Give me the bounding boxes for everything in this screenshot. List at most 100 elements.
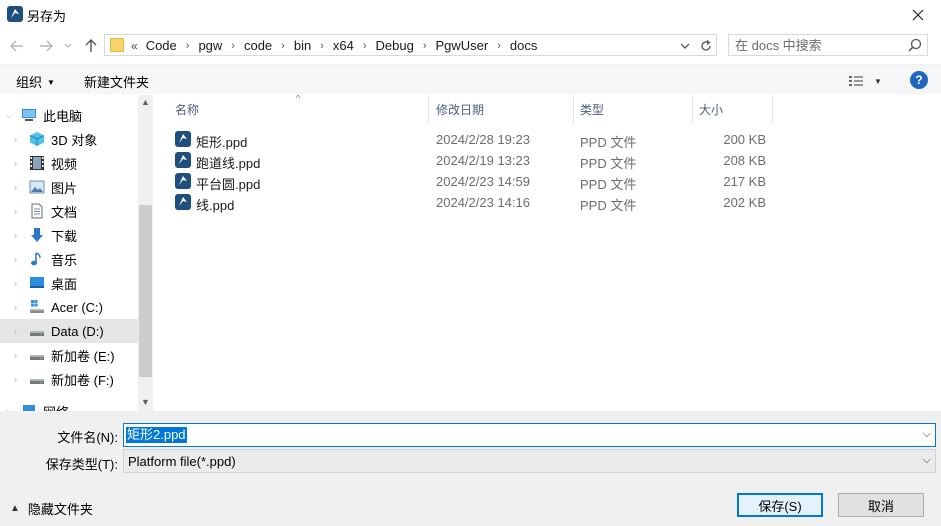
column-header-type[interactable]: 类型: [580, 95, 680, 123]
chevron-right-icon[interactable]: ›: [14, 206, 17, 216]
view-options-button[interactable]: ▼: [848, 73, 884, 89]
save-button[interactable]: 保存(S): [737, 493, 823, 517]
back-button[interactable]: [8, 37, 26, 55]
navigation-scrollbar[interactable]: ▲ ▼: [138, 95, 153, 411]
crumb-pgwuser[interactable]: PgwUser: [436, 38, 489, 53]
desktop-icon: [30, 277, 44, 288]
crumb-debug[interactable]: Debug: [376, 38, 414, 53]
file-row[interactable]: 线.ppd 2024/2/23 14:16 PPD 文件 202 KB: [174, 192, 774, 213]
chevron-down-icon[interactable]: ⌵: [6, 110, 13, 121]
drive-icon: [30, 355, 44, 360]
save-form: 文件名(N): 矩形2.ppd ⌵ 保存类型(T): Platform file…: [0, 411, 941, 526]
file-size: 208 KB: [723, 153, 766, 168]
chevron-down-icon[interactable]: ⌵: [923, 454, 931, 467]
ppd-file-icon: [175, 131, 191, 147]
search-input[interactable]: [735, 37, 903, 53]
crumb-pgw[interactable]: pgw: [198, 38, 222, 53]
sidebar-item-videos[interactable]: › 视频: [0, 151, 138, 175]
crumb-bin[interactable]: bin: [294, 38, 311, 53]
scrollbar-thumb[interactable]: [139, 205, 152, 377]
sidebar-item-label: 下载: [51, 228, 78, 244]
sidebar-item-this-pc[interactable]: ⌵ 此电脑: [0, 103, 138, 127]
filetype-select[interactable]: Platform file(*.ppd) ⌵: [123, 449, 936, 473]
chevron-right-icon[interactable]: ›: [14, 254, 17, 264]
column-header-name[interactable]: 名称: [175, 95, 425, 123]
sidebar-item-volume-f[interactable]: › 新加卷 (F:): [0, 367, 138, 391]
column-divider[interactable]: [692, 95, 693, 123]
sidebar-item-label: 新加卷 (E:): [51, 348, 115, 364]
organize-menu[interactable]: 组织 ▼: [16, 72, 55, 91]
address-bar[interactable]: « Code › pgw › code › bin › x64 › Debug …: [104, 34, 717, 56]
file-row[interactable]: 跑道线.ppd 2024/2/19 13:23 PPD 文件 208 KB: [174, 150, 774, 171]
sidebar-item-desktop[interactable]: › 桌面: [0, 271, 138, 295]
chevron-right-icon[interactable]: ›: [14, 278, 17, 288]
file-date: 2024/2/19 13:23: [436, 153, 530, 168]
sidebar-item-3d-objects[interactable]: › 3D 对象: [0, 127, 138, 151]
sidebar-item-music[interactable]: › 音乐: [0, 247, 138, 271]
details-view-icon: [849, 76, 863, 86]
chevron-right-icon[interactable]: ›: [14, 230, 17, 240]
address-history-button[interactable]: [677, 38, 693, 54]
chevron-right-icon[interactable]: ›: [14, 374, 17, 384]
sidebar-item-label: 文档: [51, 204, 78, 220]
crumb-docs[interactable]: docs: [510, 38, 537, 53]
refresh-icon: [701, 40, 711, 51]
sidebar-item-network[interactable]: › 网络: [0, 399, 138, 411]
chevron-right-icon[interactable]: ›: [14, 326, 17, 336]
sidebar-item-label: 新加卷 (F:): [51, 372, 114, 388]
scroll-up-icon[interactable]: ▲: [138, 97, 153, 111]
column-divider[interactable]: [573, 95, 574, 123]
column-divider[interactable]: [772, 95, 773, 123]
chevron-down-icon[interactable]: ⌵: [923, 428, 931, 441]
overflow-chevron-icon[interactable]: «: [131, 39, 138, 53]
app-icon: [7, 6, 23, 22]
column-divider[interactable]: [428, 95, 429, 123]
crumb-code[interactable]: Code: [146, 38, 177, 53]
file-date: 2024/2/28 19:23: [436, 132, 530, 147]
filename-value[interactable]: 矩形2.ppd: [126, 427, 187, 443]
chevron-right-icon[interactable]: ›: [14, 158, 17, 168]
sidebar-item-downloads[interactable]: › 下载: [0, 223, 138, 247]
drive-icon: [30, 379, 44, 384]
file-row[interactable]: 平台圆.ppd 2024/2/23 14:59 PPD 文件 217 KB: [174, 171, 774, 192]
crumb-x64[interactable]: x64: [333, 38, 354, 53]
sidebar-item-label: 3D 对象: [51, 132, 98, 148]
crumb-separator-icon: ›: [497, 39, 501, 52]
filename-field[interactable]: 矩形2.ppd ⌵: [123, 423, 936, 447]
column-header-size[interactable]: 大小: [699, 95, 769, 123]
computer-icon: [22, 109, 36, 121]
crumb-separator-icon: ›: [185, 39, 190, 52]
crumb-code-2[interactable]: code: [244, 38, 272, 53]
sidebar-item-data-d[interactable]: › Data (D:): [0, 319, 138, 343]
chevron-down-icon: [64, 43, 72, 48]
help-button[interactable]: ?: [910, 71, 928, 89]
scroll-down-icon[interactable]: ▼: [138, 397, 153, 411]
ppd-file-icon: [175, 194, 191, 210]
hide-folders-label: 隐藏文件夹: [27, 502, 93, 517]
recent-locations-button[interactable]: [62, 37, 74, 55]
column-header-date[interactable]: 修改日期: [436, 95, 566, 123]
close-button[interactable]: [895, 0, 941, 30]
chevron-right-icon[interactable]: ›: [14, 302, 17, 312]
chevron-right-icon[interactable]: ›: [14, 134, 17, 144]
sidebar-item-label: Data (D:): [51, 323, 104, 339]
cancel-button[interactable]: 取消: [838, 493, 924, 517]
new-folder-button[interactable]: 新建文件夹: [84, 72, 149, 91]
video-icon: [30, 156, 44, 170]
sidebar-item-pictures[interactable]: › 图片: [0, 175, 138, 199]
sidebar-item-acer-c[interactable]: › Acer (C:): [0, 295, 138, 319]
chevron-up-icon: ▲: [10, 503, 20, 514]
filetype-value: Platform file(*.ppd): [128, 454, 236, 469]
chevron-right-icon[interactable]: ›: [14, 350, 17, 360]
up-button[interactable]: [82, 37, 100, 55]
chevron-right-icon[interactable]: ›: [14, 182, 17, 192]
hide-folders-toggle[interactable]: ▲ 隐藏文件夹: [10, 499, 93, 518]
sidebar-item-documents[interactable]: › 文档: [0, 199, 138, 223]
file-row[interactable]: 矩形.ppd 2024/2/28 19:23 PPD 文件 200 KB: [174, 129, 774, 150]
search-box: [728, 34, 928, 56]
search-icon[interactable]: [908, 38, 922, 52]
file-date: 2024/2/23 14:59: [436, 174, 530, 189]
refresh-button[interactable]: [697, 37, 715, 55]
forward-button[interactable]: [37, 37, 55, 55]
sidebar-item-volume-e[interactable]: › 新加卷 (E:): [0, 343, 138, 367]
